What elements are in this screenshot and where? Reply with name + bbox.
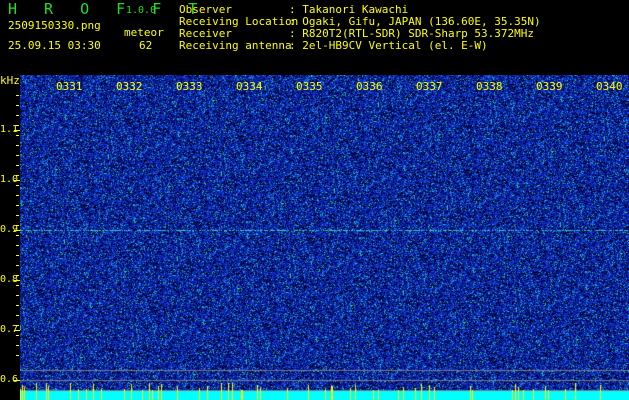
y-tick: [14, 330, 20, 331]
y-minor-tick: [16, 295, 19, 296]
y-minor-tick: [16, 115, 19, 116]
y-minor-tick: [16, 125, 19, 126]
time-label: 0333: [176, 80, 203, 93]
y-minor-tick: [16, 265, 19, 266]
time-label: 0337: [416, 80, 443, 93]
y-minor-tick: [16, 155, 19, 156]
y-minor-tick: [16, 235, 19, 236]
y-minor-tick: [16, 225, 19, 226]
y-tick: [14, 280, 20, 281]
y-minor-tick: [16, 205, 19, 206]
y-minor-tick: [16, 145, 19, 146]
time-label: 0336: [356, 80, 383, 93]
time-label: 0335: [296, 80, 323, 93]
y-minor-tick: [16, 275, 19, 276]
app-version: 1.0.0: [126, 5, 157, 16]
time-label: 0332: [116, 80, 143, 93]
y-tick: [14, 130, 20, 131]
time-label: 0338: [476, 80, 503, 93]
y-minor-tick: [16, 135, 19, 136]
y-minor-tick: [16, 215, 19, 216]
info-value: : 2el-HB9CV Vertical (el. E-W): [289, 39, 488, 52]
meteor-count: 62: [139, 39, 153, 52]
waterfall-spectrogram: [20, 75, 629, 400]
y-minor-tick: [16, 185, 19, 186]
y-tick: [14, 230, 20, 231]
y-minor-tick: [16, 345, 19, 346]
datetime: 25.09.15 03:30: [8, 39, 101, 52]
y-tick: [14, 380, 20, 381]
y-minor-tick: [16, 245, 19, 246]
file-name: 2509150330.png: [8, 19, 101, 32]
info-label: Receiving antenna: [179, 39, 292, 52]
y-minor-tick: [16, 335, 19, 336]
y-minor-tick: [16, 165, 19, 166]
y-minor-tick: [16, 175, 19, 176]
y-minor-tick: [16, 105, 19, 106]
time-label: 0334: [236, 80, 263, 93]
y-minor-tick: [16, 95, 19, 96]
time-label: 0331: [56, 80, 83, 93]
y-minor-tick: [16, 315, 19, 316]
y-minor-tick: [16, 305, 19, 306]
y-minor-tick: [16, 195, 19, 196]
y-minor-tick: [16, 285, 19, 286]
y-minor-tick: [16, 255, 19, 256]
app-title: H R O F F T: [8, 0, 207, 18]
y-minor-tick: [16, 355, 19, 356]
y-minor-tick: [16, 325, 19, 326]
time-label: 0339: [536, 80, 563, 93]
y-axis-unit: kHz: [0, 74, 20, 87]
meteor-label: meteor: [124, 26, 164, 39]
time-label: 0340: [596, 80, 623, 93]
y-tick: [14, 180, 20, 181]
